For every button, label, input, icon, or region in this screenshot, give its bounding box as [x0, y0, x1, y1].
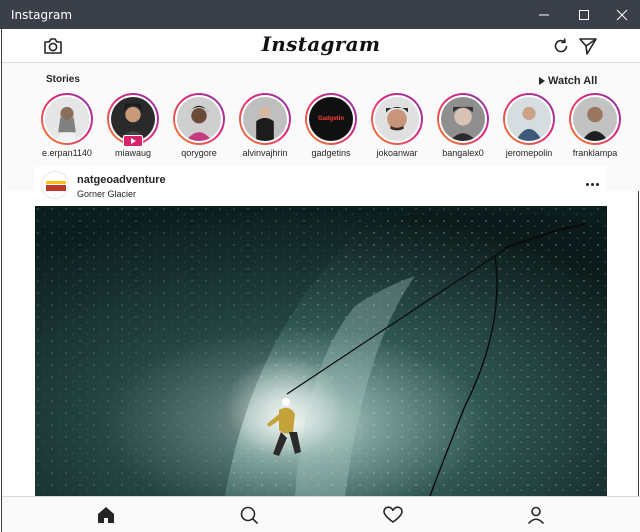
natgeo-adventure-logo	[46, 181, 66, 191]
story-item[interactable]: franklampa	[563, 93, 627, 163]
avatar	[177, 97, 221, 141]
avatar	[573, 97, 617, 141]
post-header: natgeoadventure Gorner Glacier	[35, 166, 607, 206]
window-titlebar: Instagram	[0, 0, 640, 29]
story-item[interactable]: alvinvajhrin	[233, 93, 297, 163]
avatar	[507, 97, 551, 141]
story-username: miawaug	[114, 148, 152, 158]
story-ring	[41, 93, 93, 145]
story-ring	[239, 93, 291, 145]
story-username: jeromepolin	[505, 148, 553, 158]
nav-search[interactable]	[238, 504, 260, 526]
more-options-button[interactable]	[583, 176, 601, 192]
post-image[interactable]	[35, 206, 607, 496]
watch-all-button[interactable]: Watch All	[539, 75, 597, 87]
story-username: qorygore	[181, 148, 217, 158]
avatar: Gadgetin	[309, 97, 353, 141]
top-nav: Instagram	[2, 29, 640, 63]
window-title: Instagram	[11, 8, 73, 22]
nav-home[interactable]	[95, 504, 117, 526]
play-icon	[539, 77, 545, 85]
instagram-logo: Instagram	[261, 32, 381, 56]
story-username: gadgetins	[311, 148, 351, 158]
send-icon	[579, 38, 597, 55]
watch-all-label: Watch All	[548, 75, 598, 87]
story-item[interactable]: bangalex0	[431, 93, 495, 163]
gadgetin-logo: Gadgetin	[317, 116, 344, 122]
story-username: franklampa	[572, 148, 618, 158]
story-ring	[371, 93, 423, 145]
avatar	[45, 97, 89, 141]
nav-activity[interactable]	[382, 504, 404, 526]
avatar	[375, 97, 419, 141]
direct-message-button[interactable]	[577, 35, 599, 57]
story-item[interactable]: qorygore	[167, 93, 231, 163]
app-window: Instagram Stories Watch All e.erpan1140	[1, 29, 640, 532]
refresh-icon	[554, 38, 568, 53]
post-location[interactable]: Gorner Glacier	[77, 189, 136, 199]
close-button[interactable]	[599, 0, 640, 29]
ice-cave-photo	[35, 206, 607, 496]
profile-icon	[527, 506, 545, 525]
home-icon	[98, 507, 114, 523]
search-icon	[240, 506, 259, 525]
post-avatar[interactable]	[41, 171, 69, 199]
story-item[interactable]: miawaug	[101, 93, 165, 163]
story-ring	[503, 93, 555, 145]
story-username: jokoanwar	[376, 148, 418, 158]
story-ring	[437, 93, 489, 145]
heart-icon	[383, 506, 403, 523]
story-ring	[569, 93, 621, 145]
maximize-icon	[579, 9, 589, 20]
story-ring: Gadgetin	[305, 93, 357, 145]
story-ring	[173, 93, 225, 145]
stories-label: Stories	[46, 74, 80, 85]
story-item[interactable]: e.erpan1140	[35, 93, 99, 163]
story-username: e.erpan1140	[42, 148, 92, 158]
avatar	[243, 97, 287, 141]
avatar	[441, 97, 485, 141]
play-icon	[130, 138, 136, 144]
post-username[interactable]: natgeoadventure	[77, 174, 166, 186]
story-username: alvinvajhrin	[242, 148, 288, 158]
refresh-button[interactable]	[551, 36, 571, 56]
nav-profile[interactable]	[525, 504, 547, 526]
more-options-icon	[585, 182, 589, 186]
minimize-icon	[539, 14, 549, 15]
story-item[interactable]: jeromepolin	[497, 93, 561, 163]
bottom-nav	[2, 496, 640, 532]
close-icon	[616, 9, 628, 20]
story-item[interactable]: Gadgetin gadgetins	[299, 93, 363, 163]
story-item[interactable]: jokoanwar	[365, 93, 429, 163]
story-username: bangalex0	[442, 148, 484, 158]
live-badge	[123, 135, 143, 147]
